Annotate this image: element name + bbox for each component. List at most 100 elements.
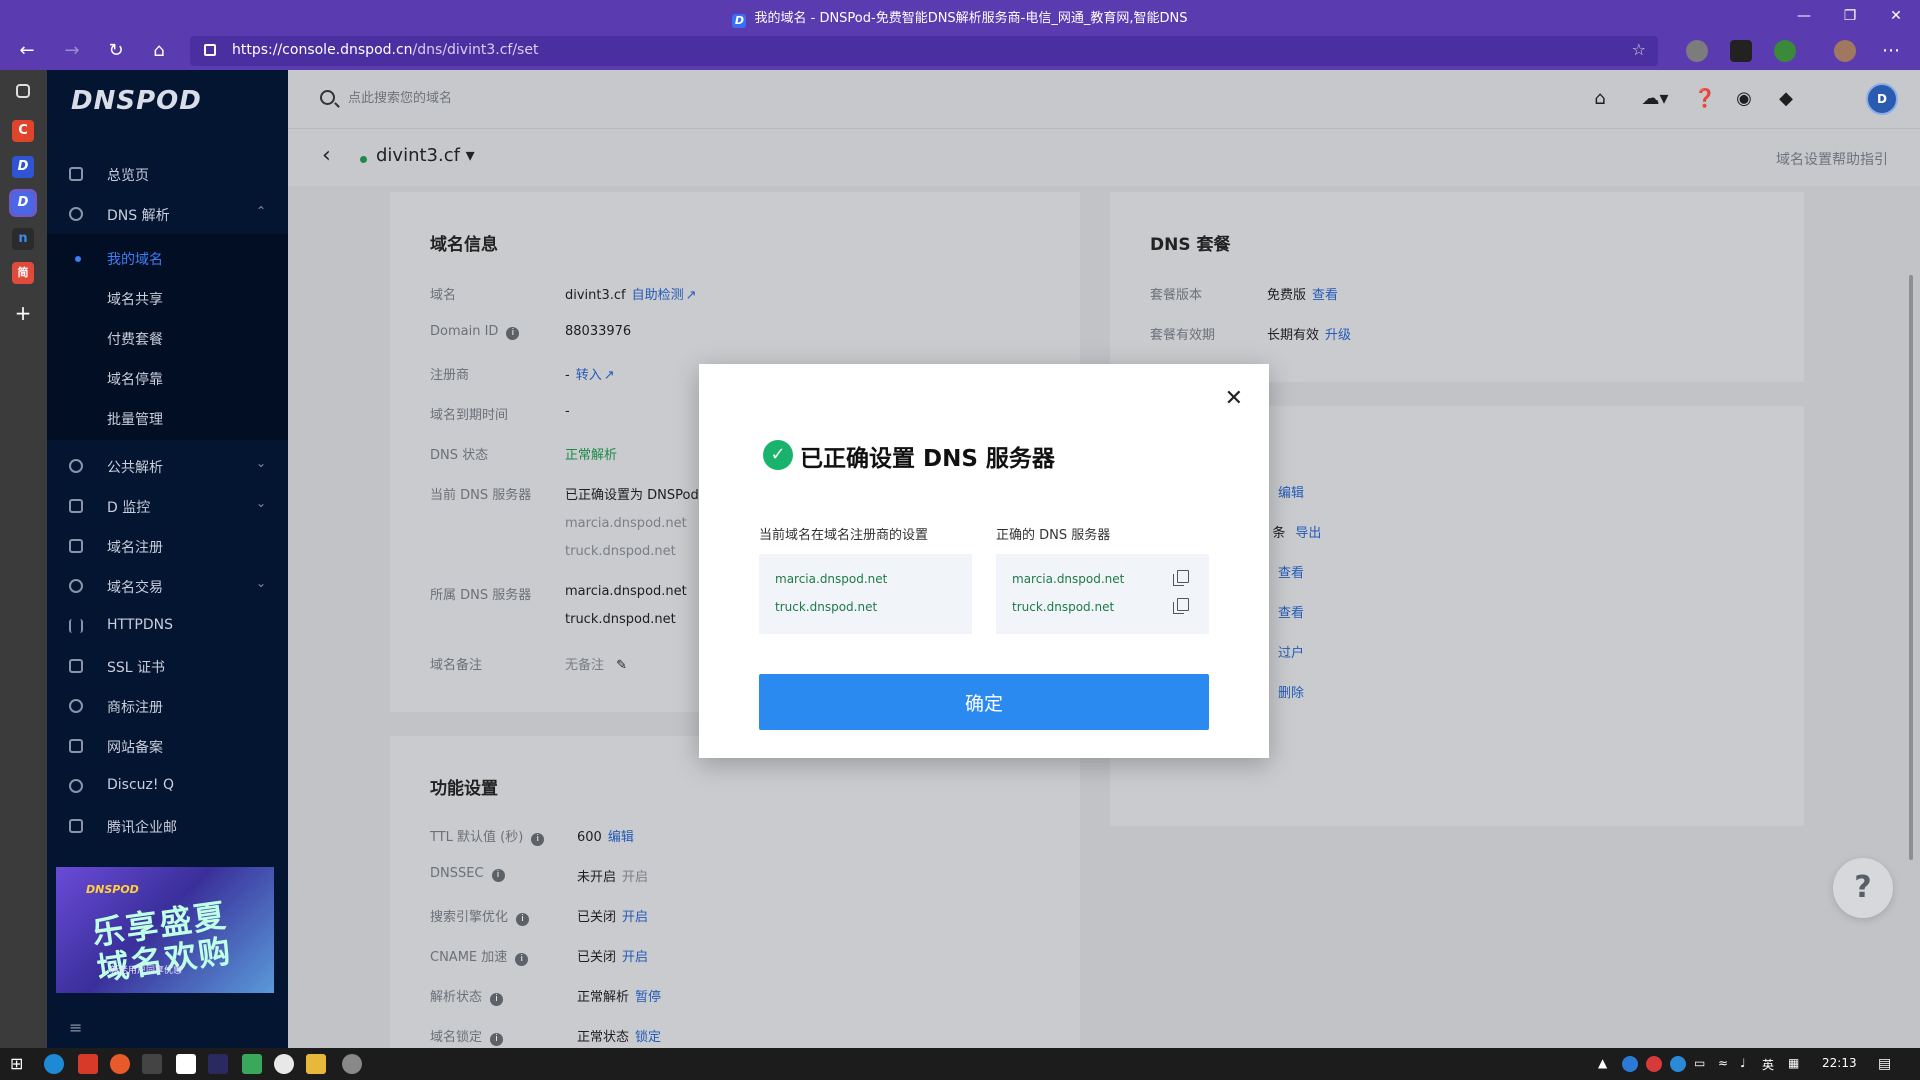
notification-icon[interactable]: ▤	[1878, 1056, 1891, 1072]
dialog-title: 已正确设置 DNS 服务器	[800, 446, 1055, 472]
copy-icon[interactable]	[1173, 570, 1189, 586]
sidebar-item-trademark[interactable]: 商标注册	[47, 686, 288, 726]
help-bubble-icon[interactable]: ?	[1833, 858, 1893, 918]
favorite-star-icon[interactable]: ☆	[1632, 40, 1646, 59]
ime-grid-icon[interactable]: ▦	[1788, 1056, 1799, 1070]
ns-item: marcia.dnspod.net	[775, 572, 888, 586]
sidebar-item-dns[interactable]: DNS 解析 ⌃	[47, 194, 288, 234]
typora-icon[interactable]	[176, 1054, 196, 1074]
tab-dnspod-icon[interactable]: D	[12, 156, 34, 178]
close-window-button[interactable]: ✕	[1876, 4, 1916, 28]
confirm-button[interactable]: 确定	[759, 674, 1209, 730]
wechat-icon[interactable]: ◉	[1732, 87, 1756, 111]
file-explorer-icon[interactable]	[306, 1054, 326, 1074]
maximize-button[interactable]: ❐	[1830, 4, 1870, 28]
sidebar-item-overview[interactable]: 总览页	[47, 154, 288, 194]
pause-link[interactable]: 暂停	[635, 990, 661, 1005]
reload-icon[interactable]: ↻	[103, 39, 129, 63]
tray-app-icon-2[interactable]	[1646, 1056, 1662, 1072]
wifi-icon[interactable]: ≈	[1718, 1056, 1728, 1070]
seo-enable-link[interactable]: 开启	[622, 910, 648, 925]
cname-enable-link[interactable]: 开启	[622, 950, 648, 965]
tab-c-icon[interactable]: C	[12, 120, 34, 142]
tab-dnspod-active-icon[interactable]: D	[9, 189, 37, 217]
ide-icon[interactable]	[208, 1054, 228, 1074]
domain-selector[interactable]: divint3.cf ▾	[376, 145, 475, 166]
forward-arrow-icon[interactable]: →	[59, 39, 85, 63]
back-icon[interactable]: ‹	[322, 143, 331, 168]
new-tab-plus-icon[interactable]: +	[12, 302, 34, 324]
extension-icon-2[interactable]	[1730, 40, 1752, 62]
minimize-button[interactable]: —	[1784, 4, 1824, 28]
dnssec-enable-link[interactable]: 开启	[622, 870, 648, 885]
ttl-edit-link[interactable]: 编辑	[608, 830, 634, 845]
tab-jian-icon[interactable]: 简	[12, 262, 34, 284]
clock[interactable]: 22:13	[1822, 1056, 1857, 1070]
edit-link[interactable]: 编辑	[1278, 482, 1304, 501]
edge-browser-icon[interactable]	[44, 1054, 64, 1074]
tab-actions-icon[interactable]	[16, 84, 30, 98]
sidebar-item-icp[interactable]: 网站备案	[47, 726, 288, 766]
taskbar-app-icon-8[interactable]	[274, 1054, 294, 1074]
sidebar-item-exmail[interactable]: 腾讯企业邮	[47, 806, 288, 846]
scrollbar[interactable]	[1909, 275, 1913, 860]
tab-n-icon[interactable]: n	[12, 228, 34, 250]
export-link[interactable]: 导出	[1295, 526, 1321, 541]
tray-app-icon-3[interactable]	[1670, 1056, 1686, 1072]
view-link-1[interactable]: 查看	[1278, 562, 1304, 581]
sidebar-item-monitor[interactable]: D 监控 ⌄	[47, 486, 288, 526]
taskbar-app-icon-3[interactable]	[110, 1054, 130, 1074]
transfer-in-link[interactable]: 转入	[576, 368, 602, 383]
avatar[interactable]: D	[1866, 83, 1898, 115]
edit-pencil-icon[interactable]: ✎	[616, 658, 627, 673]
more-menu-icon[interactable]: ⋯	[1878, 39, 1904, 63]
self-check-link[interactable]: 自助检测	[632, 288, 684, 303]
chevron-up-icon: ⌃	[255, 204, 266, 218]
home-icon[interactable]: ⌂	[1588, 87, 1612, 111]
sidebar-item-httpdns[interactable]: HTTPDNS	[47, 606, 288, 646]
sidebar-item-discuz[interactable]: Discuz! Q	[47, 766, 288, 806]
battery-icon[interactable]: ▭	[1694, 1056, 1705, 1070]
android-studio-icon[interactable]	[242, 1054, 262, 1074]
dnspod-logo[interactable]: DNSPOD	[71, 86, 202, 116]
address-bar[interactable]: https://console.dnspod.cn/dns/divint3.cf…	[190, 36, 1658, 66]
ime-indicator[interactable]: 英	[1762, 1056, 1774, 1073]
extension-icon-1[interactable]	[1686, 40, 1708, 62]
sidebar-item-ssl[interactable]: SSL 证书	[47, 646, 288, 686]
transfer-link[interactable]: 过户	[1278, 642, 1304, 661]
search-input[interactable]	[348, 86, 648, 110]
sidebar-item-my-domains[interactable]: 我的域名	[107, 249, 163, 269]
sidebar-item-public-dns[interactable]: 公共解析 ⌄	[47, 446, 288, 486]
back-arrow-icon[interactable]: ←	[14, 39, 40, 63]
tray-app-icon-1[interactable]	[1622, 1056, 1638, 1072]
sidebar-item-parking[interactable]: 域名停靠	[107, 369, 163, 389]
taskbar-app-icon-10[interactable]	[342, 1054, 362, 1074]
bell-icon[interactable]: ◆	[1774, 87, 1798, 111]
sidebar-item-domain-trade[interactable]: 域名交易 ⌄	[47, 566, 288, 606]
promo-banner[interactable]: DNSPOD 乐享盛夏 域名欢购 新老用户同享优惠	[56, 867, 274, 993]
taskbar-app-icon-4[interactable]	[142, 1054, 162, 1074]
sidebar-item-domain-share[interactable]: 域名共享	[107, 289, 163, 309]
upgrade-link[interactable]: 升级	[1325, 328, 1351, 343]
tray-chevron-icon[interactable]: ▲	[1598, 1056, 1607, 1070]
help-icon[interactable]: ❓	[1693, 87, 1717, 111]
delete-link[interactable]: 删除	[1278, 682, 1304, 701]
collapse-sidebar-icon[interactable]: ≡	[69, 1018, 82, 1037]
volume-icon[interactable]: ♩	[1740, 1056, 1746, 1070]
sidebar-item-paid-plan[interactable]: 付费套餐	[107, 329, 163, 349]
help-guide-link[interactable]: 域名设置帮助指引	[1776, 149, 1888, 169]
extension-icon-3[interactable]	[1774, 40, 1796, 62]
view-link-2[interactable]: 查看	[1278, 602, 1304, 621]
close-icon[interactable]: ✕	[1225, 386, 1243, 411]
cloud-icon[interactable]: ☁▾	[1638, 87, 1672, 111]
profile-avatar-icon[interactable]	[1834, 40, 1856, 62]
windows-start-icon[interactable]: ⊞	[10, 1054, 30, 1074]
home-icon[interactable]: ⌂	[146, 39, 172, 63]
view-package-link[interactable]: 查看	[1312, 288, 1338, 303]
copy-icon[interactable]	[1173, 598, 1189, 614]
sidebar-item-batch[interactable]: 批量管理	[107, 409, 163, 429]
url-text[interactable]: https://console.dnspod.cn/dns/divint3.cf…	[232, 42, 538, 58]
taskbar-app-icon-2[interactable]	[78, 1054, 98, 1074]
lock-link[interactable]: 锁定	[635, 1030, 661, 1045]
sidebar-item-domain-register[interactable]: 域名注册	[47, 526, 288, 566]
